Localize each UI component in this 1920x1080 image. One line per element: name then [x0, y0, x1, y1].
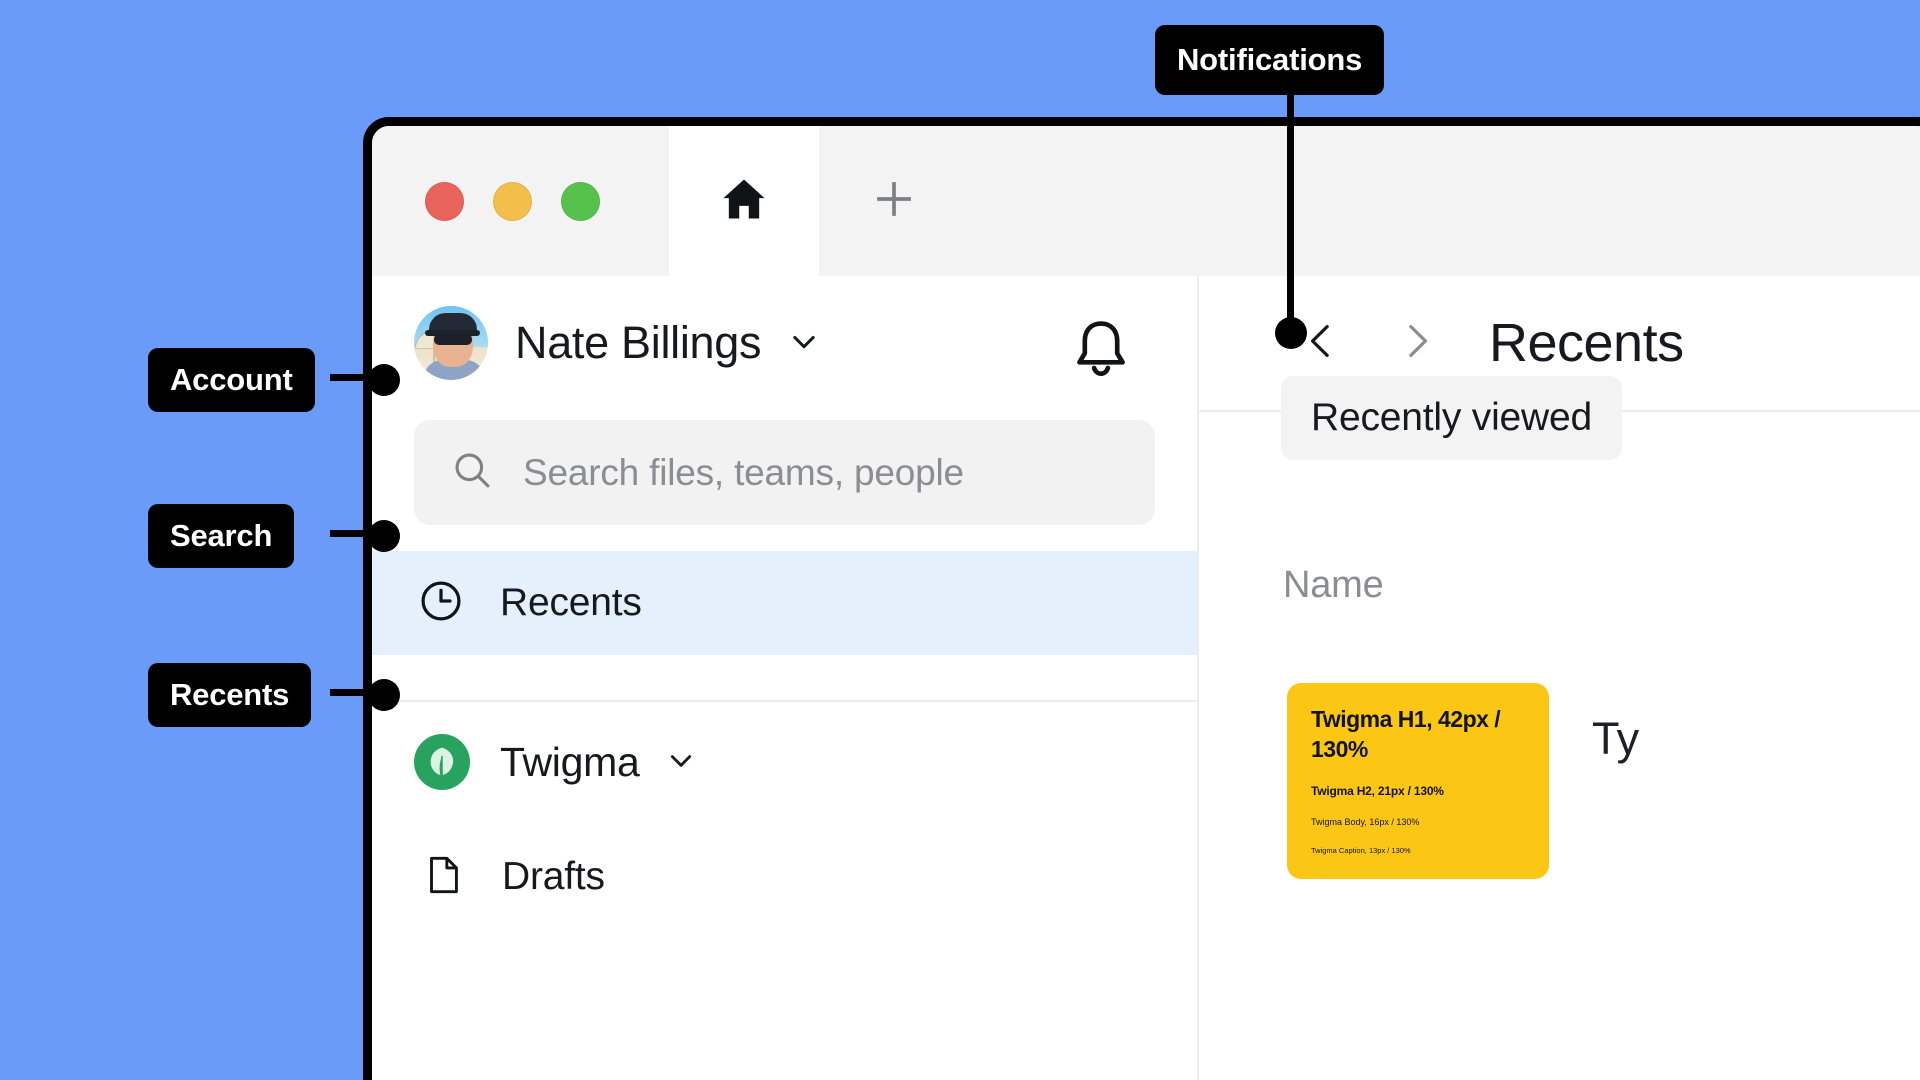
callout-search: Search [148, 504, 294, 568]
minimize-window-button[interactable] [493, 182, 532, 221]
file-name[interactable]: Ty [1592, 713, 1639, 765]
screen-background: Nate Billings [0, 0, 1920, 1080]
file-thumbnail[interactable]: Twigma H1, 42px / 130% Twigma H2, 21px /… [1287, 683, 1549, 879]
thumbnail-line-caption: Twigma Caption, 13px / 130% [1311, 846, 1525, 855]
filter-chip-recently-viewed[interactable]: Recently viewed [1281, 376, 1622, 460]
leaf-icon [414, 734, 470, 790]
forward-button[interactable] [1369, 318, 1465, 369]
sidebar-item-recents-label: Recents [500, 581, 642, 625]
callout-dot-search [368, 520, 400, 552]
column-header-name: Name [1283, 564, 1384, 607]
thumbnail-line-body: Twigma Body, 16px / 130% [1311, 817, 1525, 827]
sidebar: Nate Billings [372, 276, 1199, 1080]
main-panel: Recents Recently viewed Name Twigma H1, … [1199, 276, 1920, 1080]
sidebar-item-drafts-label: Drafts [502, 855, 605, 899]
tab-home[interactable] [669, 126, 819, 276]
bell-icon [1065, 314, 1137, 391]
team-name-text: Twigma [500, 739, 639, 785]
app-window: Nate Billings [363, 117, 1920, 1080]
thumbnail-line-h1: Twigma H1, 42px / 130% [1311, 705, 1525, 765]
account-name: Nate Billings [515, 317, 821, 369]
window-tab-bar [372, 126, 1920, 276]
filter-chip-label: Recently viewed [1311, 396, 1592, 440]
notifications-button[interactable] [1061, 312, 1141, 392]
callout-notifications: Notifications [1155, 25, 1384, 95]
team-name: Twigma [500, 739, 697, 786]
callout-notifications-label: Notifications [1177, 42, 1362, 78]
sidebar-item-drafts[interactable]: Drafts [372, 822, 1197, 932]
maximize-window-button[interactable] [561, 182, 600, 221]
window-body: Nate Billings [372, 276, 1920, 1080]
search-icon [449, 447, 495, 498]
clock-icon [416, 576, 466, 631]
home-icon [718, 173, 770, 230]
callout-account-label: Account [170, 362, 293, 398]
callout-dot-notifications [1275, 317, 1307, 349]
search-input[interactable]: Search files, teams, people [414, 420, 1155, 525]
file-icon [420, 852, 466, 903]
plus-icon [868, 173, 920, 230]
search-placeholder: Search files, teams, people [523, 452, 964, 494]
callout-recents-label: Recents [170, 677, 289, 713]
account-name-text: Nate Billings [515, 317, 761, 368]
callout-search-label: Search [170, 518, 272, 554]
sidebar-team-twigma[interactable]: Twigma [372, 702, 1197, 822]
callout-account: Account [148, 348, 315, 412]
callout-dot-recents [368, 679, 400, 711]
page-title: Recents [1489, 312, 1684, 374]
chevron-down-icon[interactable] [787, 317, 821, 369]
callout-recents: Recents [148, 663, 311, 727]
sidebar-item-recents[interactable]: Recents [372, 551, 1197, 655]
new-tab-button[interactable] [819, 126, 969, 276]
traffic-light-controls [372, 126, 669, 276]
avatar[interactable] [414, 306, 488, 380]
chevron-right-icon [1394, 318, 1440, 369]
callout-leader-notifications [1287, 95, 1294, 335]
close-window-button[interactable] [425, 182, 464, 221]
callout-dot-account [368, 364, 400, 396]
thumbnail-line-h2: Twigma H2, 21px / 130% [1311, 784, 1525, 798]
chevron-down-icon[interactable] [665, 739, 697, 786]
